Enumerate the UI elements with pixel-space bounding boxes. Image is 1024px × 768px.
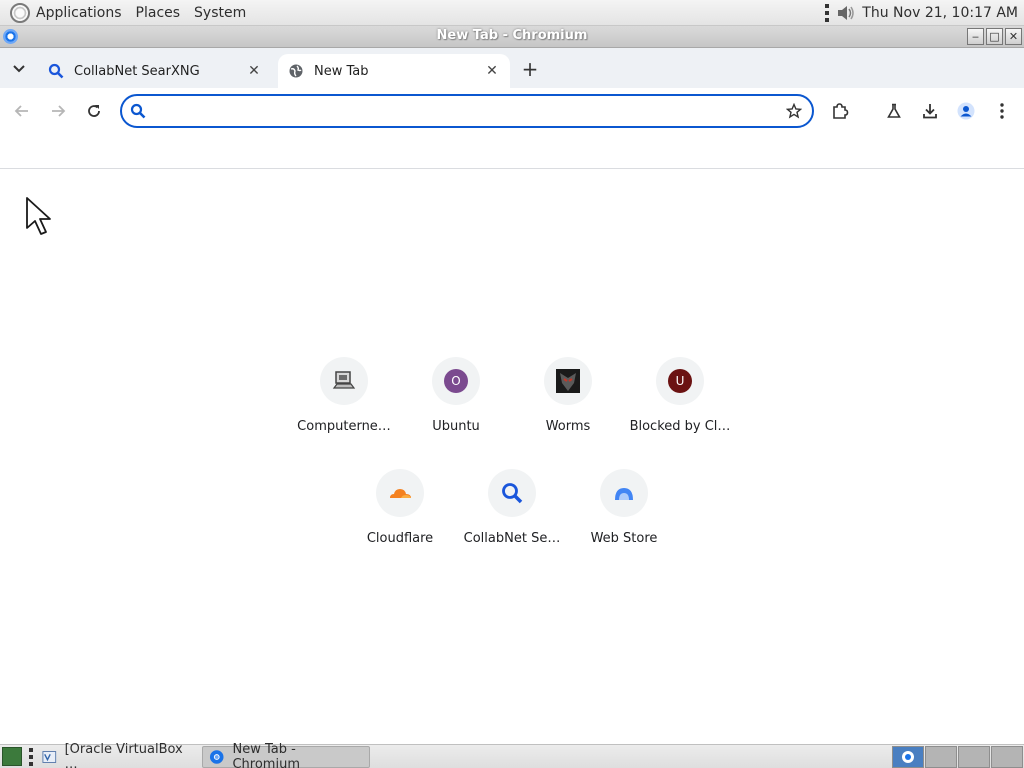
labs-button[interactable]: [878, 95, 910, 127]
puzzle-icon: [833, 103, 849, 119]
bottom-panel: [Oracle VirtualBox … New Tab - Chromium: [0, 742, 1024, 768]
shortcut-label: Computerne…: [297, 419, 391, 434]
workspace-3[interactable]: [958, 746, 990, 768]
search-icon: [488, 469, 536, 517]
shortcut-computernewb[interactable]: Computerne…: [288, 341, 400, 445]
tab-new-tab[interactable]: New Tab ✕: [278, 54, 510, 88]
panel-clock[interactable]: Thu Nov 21, 10:17 AM: [862, 5, 1018, 21]
system-menu[interactable]: System: [187, 0, 253, 26]
shortcut-label: Web Store: [590, 531, 658, 546]
places-menu[interactable]: Places: [129, 0, 188, 26]
chromium-icon: [902, 751, 914, 763]
shortcut-label: Ubuntu: [432, 419, 480, 434]
forward-button[interactable]: [42, 95, 74, 127]
bookmarks-bar: [0, 134, 1024, 169]
shortcut-web-store[interactable]: Web Store: [568, 453, 680, 557]
system-menu-label: System: [194, 4, 247, 21]
flask-icon: [887, 103, 901, 118]
shortcut-ubuntu[interactable]: O Ubuntu: [400, 341, 512, 445]
minimize-button[interactable]: ‒: [967, 28, 984, 45]
taskbar-item-virtualbox[interactable]: [Oracle VirtualBox …: [36, 742, 194, 768]
downloads-button[interactable]: [914, 95, 946, 127]
taskbar-item-label: [Oracle VirtualBox …: [64, 742, 183, 768]
panel-status-area: Thu Nov 21, 10:17 AM: [824, 0, 1018, 26]
toolbar: [0, 88, 1024, 134]
volume-icon[interactable]: [836, 4, 856, 22]
menu-button[interactable]: [986, 95, 1018, 127]
shortcut-label: CollabNet Se…: [463, 531, 561, 546]
panel-handle-icon: [28, 748, 34, 766]
maximize-button[interactable]: □: [986, 28, 1003, 45]
panel-handle-icon: [824, 4, 830, 22]
search-icon: [122, 103, 154, 119]
top-panel: Applications Places System Thu Nov 21, 1…: [0, 0, 1024, 26]
shortcut-label: Worms: [545, 419, 591, 434]
shortcut-label: Cloudflare: [366, 531, 434, 546]
gnome-logo-icon: [10, 2, 30, 23]
workspace-1[interactable]: [892, 746, 924, 768]
close-tab-button[interactable]: ✕: [244, 61, 264, 81]
window-controls: ‒ □ ✕: [967, 28, 1022, 45]
back-arrow-icon: [14, 105, 28, 117]
avatar-icon: [957, 102, 975, 120]
workspace-2[interactable]: [925, 746, 957, 768]
taskbar-item-label: New Tab - Chromium: [232, 742, 300, 768]
bookmark-star-icon[interactable]: [776, 103, 812, 119]
reload-icon: [88, 105, 100, 117]
window-title: New Tab - Chromium: [436, 28, 588, 43]
show-desktop-icon[interactable]: [2, 747, 22, 766]
tab-search-button[interactable]: [8, 58, 30, 80]
close-tab-button[interactable]: ✕: [482, 61, 502, 81]
ubuntu-letter-icon: O: [444, 369, 468, 393]
tab-title: CollabNet SearXNG: [74, 63, 200, 79]
shortcut-cloudflare[interactable]: Cloudflare: [344, 453, 456, 557]
new-tab-button[interactable]: +: [518, 57, 542, 81]
profile-button[interactable]: [950, 95, 982, 127]
new-tab-page: Computerne… O Ubuntu Worms U Blocked by …: [0, 169, 1024, 744]
address-bar[interactable]: [120, 94, 814, 128]
extensions-button[interactable]: [824, 95, 856, 127]
back-button[interactable]: [6, 95, 38, 127]
shortcut-blocked-by-cloudflare[interactable]: U Blocked by Cl…: [624, 341, 736, 445]
omnibox-input[interactable]: [154, 97, 776, 125]
search-icon: [48, 63, 64, 79]
tab-collabnet-searxng[interactable]: CollabNet SearXNG ✕: [38, 54, 272, 88]
computer-icon: [320, 357, 368, 405]
close-window-button[interactable]: ✕: [1005, 28, 1022, 45]
virtualbox-icon: [42, 751, 57, 763]
chromium-icon: [209, 750, 224, 764]
shortcut-worms[interactable]: Worms: [512, 341, 624, 445]
workspace-4[interactable]: [991, 746, 1023, 768]
forward-arrow-icon: [52, 105, 66, 117]
more-vert-icon: [1000, 103, 1004, 119]
applications-menu-label: Applications: [36, 4, 122, 21]
cloudflare-icon: [376, 469, 424, 517]
tab-title: New Tab: [314, 63, 369, 79]
worms-icon: [544, 357, 592, 405]
window-title-bar[interactable]: New Tab - Chromium ‒ □ ✕: [0, 26, 1024, 48]
webstore-icon: [600, 469, 648, 517]
chevron-down-icon: [13, 65, 25, 73]
shortcut-label: Blocked by Cl…: [629, 419, 731, 434]
places-menu-label: Places: [135, 4, 181, 21]
reload-button[interactable]: [78, 95, 110, 127]
shortcut-collabnet-searxng[interactable]: CollabNet Se…: [456, 453, 568, 557]
tab-strip: CollabNet SearXNG ✕ New Tab ✕ +: [0, 48, 1024, 88]
globe-icon: [288, 63, 304, 79]
taskbar-item-chromium[interactable]: New Tab - Chromium: [202, 742, 370, 768]
download-icon: [923, 104, 937, 119]
applications-menu[interactable]: Applications: [0, 0, 129, 26]
blocked-letter-icon: U: [668, 369, 692, 393]
mouse-cursor-icon: [26, 197, 51, 235]
